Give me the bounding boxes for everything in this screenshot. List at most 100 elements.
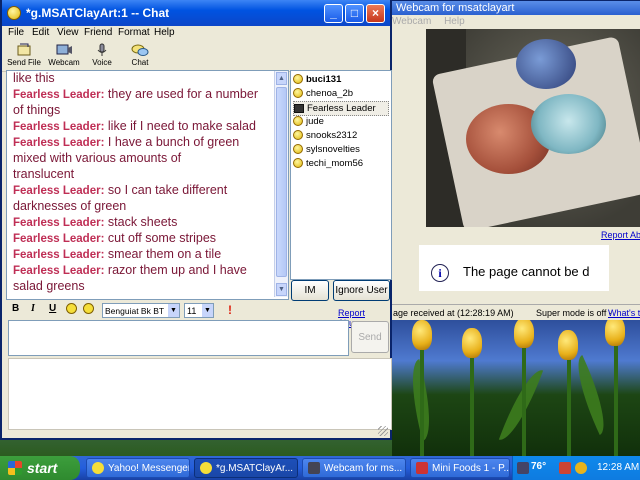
message-text: I have a bunch of green	[107, 135, 240, 149]
resize-grip-icon[interactable]	[378, 426, 388, 436]
message-nick[interactable]: Fearless Leader:	[13, 249, 104, 261]
chat-menu-bar: File Edit View Friend Format Help	[2, 26, 390, 40]
chat-log-scrollbar[interactable]: ▲ ▼	[274, 71, 288, 297]
user-list-item[interactable]: sylsnovelties	[293, 143, 360, 156]
chat-message: Fearless Leader: razor them up and I hav…	[13, 263, 284, 279]
user-list-item[interactable]: snooks2312	[293, 129, 357, 142]
webcam-icon	[294, 103, 304, 113]
taskbar-item-yahoo-messenger[interactable]: Yahoo! Messenger	[86, 458, 190, 478]
message-nick[interactable]: Fearless Leader:	[13, 121, 104, 133]
emoticon-button[interactable]	[66, 303, 77, 317]
send-file-label: Send File	[7, 58, 41, 67]
chat-title: *g.MSATClayArt:1 -- Chat	[26, 6, 170, 20]
user-list-item[interactable]: buci131	[293, 73, 341, 86]
smiley-icon	[293, 116, 303, 127]
font-select[interactable]: Benguiat Bk BT ▼	[102, 303, 180, 318]
leaf	[498, 364, 544, 446]
clock[interactable]: 12:28 AM	[597, 462, 639, 473]
webcam-button[interactable]: Webcam	[46, 43, 82, 67]
menu-item-view[interactable]: View	[57, 27, 79, 38]
chevron-down-icon: ▼	[202, 304, 213, 317]
webcam-window[interactable]: Webcam for msatclayart Webcam Help Repor…	[385, 0, 640, 322]
webcam-report-link[interactable]: Report Ab	[601, 230, 640, 240]
weather-temperature[interactable]: 76°	[531, 461, 546, 472]
message-text: smear them on a tile	[107, 247, 222, 261]
task-label: Mini Foods 1 - P...	[432, 463, 510, 474]
chat-message: darknesses of green	[13, 199, 284, 215]
stem	[522, 340, 526, 456]
audible-button[interactable]	[83, 303, 94, 317]
menu-item-edit[interactable]: Edit	[32, 27, 49, 38]
underline-button[interactable]: U	[49, 303, 56, 314]
message-text: they are used for a number	[107, 87, 258, 101]
info-icon: i	[431, 264, 449, 282]
tulip	[514, 320, 534, 348]
status-whats-this-link[interactable]: What's t	[608, 305, 640, 321]
stem	[567, 352, 571, 456]
tray-app-icon[interactable]	[559, 462, 571, 474]
menu-item-help[interactable]: Help	[154, 27, 175, 38]
chat-button[interactable]: Chat	[122, 43, 158, 67]
taskbar-item-mini-foods[interactable]: Mini Foods 1 - P...	[410, 458, 510, 478]
voice-button[interactable]: Voice	[84, 43, 120, 67]
chat-message: translucent	[13, 167, 284, 183]
user-list[interactable]: buci131 chenoa_2b Fearless Leader jude s…	[290, 70, 392, 280]
menu-item-format[interactable]: Format	[118, 27, 150, 38]
message-nick[interactable]: Fearless Leader:	[13, 185, 104, 197]
start-button[interactable]: start	[0, 456, 80, 480]
user-list-item[interactable]: jude	[293, 115, 324, 128]
smiley-icon	[92, 462, 104, 475]
message-nick[interactable]: Fearless Leader:	[13, 217, 104, 229]
font-select-value: Benguiat Bk BT	[105, 306, 165, 316]
bold-button[interactable]: B	[12, 303, 19, 314]
close-button[interactable]: ×	[366, 4, 385, 23]
message-nick[interactable]: Fearless Leader:	[13, 137, 104, 149]
message-text: of things	[13, 103, 61, 117]
taskbar-item-webcam[interactable]: Webcam for ms...	[302, 458, 406, 478]
ignore-user-button[interactable]: Ignore User	[333, 280, 390, 301]
message-text: mixed with various amounts of	[13, 151, 182, 165]
task-label: Webcam for ms...	[324, 463, 403, 474]
webcam-title-bar[interactable]: Webcam for msatclayart	[386, 1, 640, 15]
user-list-item[interactable]: techi_mom56	[293, 157, 363, 170]
webcam-menu-item-help[interactable]: Help	[444, 16, 465, 27]
message-nick[interactable]: Fearless Leader:	[13, 233, 104, 245]
webcam-label: Webcam	[48, 58, 80, 67]
message-input[interactable]	[8, 320, 349, 356]
italic-button[interactable]: I	[31, 303, 35, 314]
menu-item-friend[interactable]: Friend	[84, 27, 112, 38]
user-list-item[interactable]: chenoa_2b	[293, 87, 353, 100]
network-icon[interactable]	[517, 462, 529, 474]
im-button[interactable]: IM	[291, 280, 329, 301]
chat-label: Chat	[131, 58, 149, 67]
scroll-down-icon[interactable]: ▼	[276, 283, 287, 296]
chat-message: like this	[13, 71, 284, 87]
taskbar-item-chat[interactable]: *g.MSATClayAr...	[194, 458, 298, 478]
message-nick[interactable]: Fearless Leader:	[13, 265, 104, 277]
buzz-icon[interactable]: !	[228, 303, 232, 317]
chat-message: Fearless Leader: smear them on a tile	[13, 247, 284, 263]
send-file-button[interactable]: Send File	[6, 43, 42, 67]
send-button[interactable]: Send	[351, 321, 389, 353]
webcam-menu-item-webcam[interactable]: Webcam	[392, 16, 431, 27]
scroll-up-icon[interactable]: ▲	[276, 72, 287, 85]
sunglasses-smiley-icon	[83, 303, 94, 314]
message-text: salad greens	[13, 279, 85, 293]
message-text: translucent	[13, 167, 75, 181]
minimize-button[interactable]: _	[324, 4, 343, 23]
browser-icon	[416, 462, 428, 475]
chat-message-log[interactable]: like this Fearless Leader: they are used…	[6, 70, 289, 300]
menu-item-file[interactable]: File	[8, 27, 24, 38]
font-size-select[interactable]: 11 ▼	[184, 303, 214, 318]
messenger-tray-icon[interactable]	[575, 462, 587, 474]
maximize-button[interactable]: □	[345, 4, 364, 23]
chat-message: mixed with various amounts of	[13, 151, 284, 167]
scroll-thumb[interactable]	[276, 87, 287, 277]
message-nick[interactable]: Fearless Leader:	[13, 89, 104, 101]
user-name: jude	[306, 116, 324, 127]
chat-title-bar[interactable]: *g.MSATClayArt:1 -- Chat _ □ ×	[2, 0, 390, 26]
user-name: snooks2312	[306, 130, 358, 141]
user-name: sylsnovelties	[306, 144, 360, 155]
user-list-item[interactable]: Fearless Leader	[293, 101, 389, 116]
chat-window[interactable]: *g.MSATClayArt:1 -- Chat _ □ × File Edit…	[0, 0, 392, 440]
